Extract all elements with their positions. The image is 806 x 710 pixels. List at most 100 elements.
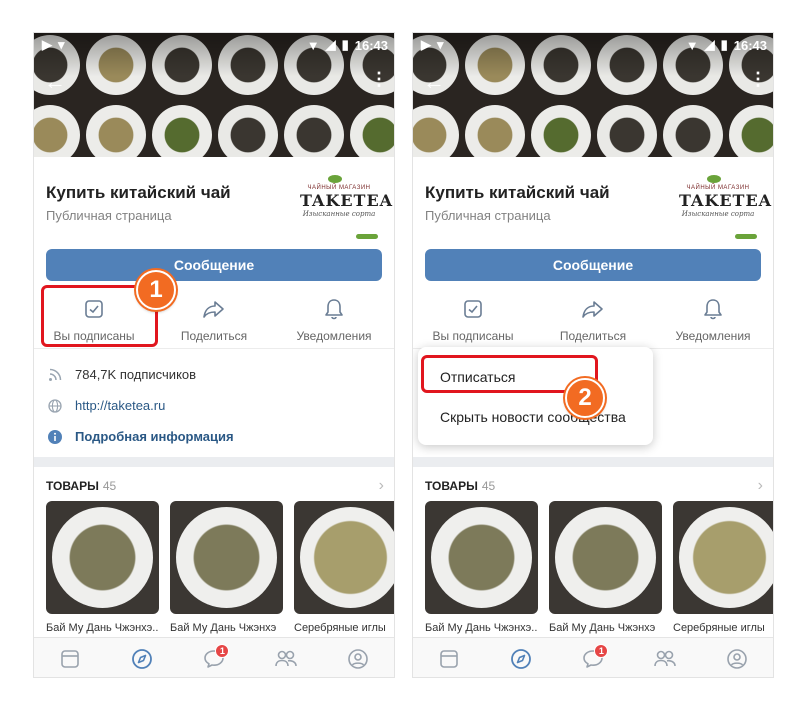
notifications-button[interactable]: Уведомления	[653, 289, 773, 348]
goods-title: ТОВАРЫ	[46, 479, 99, 493]
actions-row: Вы подписаны Поделиться Уведомления	[413, 289, 773, 349]
news-icon	[61, 649, 79, 668]
chevron-right-icon[interactable]: ›	[379, 477, 384, 495]
share-label: Поделиться	[559, 329, 627, 343]
subscribed-check-icon	[463, 297, 483, 321]
goods-count: 45	[481, 479, 496, 493]
download-icon: ▾	[437, 37, 444, 52]
subscribers-count: 784,7K подписчиков	[75, 367, 197, 382]
share-button[interactable]: Поделиться	[533, 289, 653, 348]
message-button[interactable]: Сообщение	[425, 249, 761, 281]
goods-name: Бай Му Дань Чжэнхэ	[170, 622, 277, 634]
status-bar: ▶ ▾ ▼ ◢ ▮ 16:43	[413, 33, 773, 57]
tab-messages[interactable]: 1	[178, 638, 250, 677]
subscribed-button[interactable]: Вы подписаны	[413, 289, 533, 348]
explore-compass-icon	[132, 648, 152, 669]
page-title: Купить китайский чай	[425, 183, 610, 202]
tab-explore[interactable]	[485, 638, 557, 677]
notifications-label: Уведомления	[675, 329, 751, 343]
status-time: 16:43	[733, 37, 767, 53]
bell-icon	[703, 297, 723, 321]
globe-icon	[48, 398, 62, 413]
group-header: Купить китайский чай Публичная страница …	[34, 157, 394, 241]
goods-count: 45	[102, 479, 117, 493]
share-arrow-icon	[581, 297, 605, 321]
share-arrow-icon	[202, 297, 226, 321]
profile-icon	[727, 648, 747, 669]
play-icon: ▶	[42, 37, 52, 52]
goods-item[interactable]: Серебряные иглы	[673, 501, 773, 634]
details-row[interactable]: Подробная информация	[34, 421, 394, 452]
status-time: 16:43	[354, 37, 388, 53]
step-marker-1: 1	[136, 270, 176, 310]
community-logo[interactable]: ЧАЙНЫЙ МАГАЗИН TAKETEA Изысканные сорта	[300, 171, 392, 239]
goods-name: Серебряные иглы	[294, 622, 386, 634]
tab-news[interactable]	[34, 638, 106, 677]
goods-image	[294, 501, 394, 614]
tab-explore[interactable]	[106, 638, 178, 677]
info-section: 784,7K подписчиков http://taketea.ru Под…	[34, 359, 394, 452]
goods-item[interactable]: Бай Му Дань Чжэнхэ	[549, 501, 662, 634]
friends-icon	[275, 650, 297, 666]
section-divider	[34, 457, 394, 467]
friends-icon	[654, 650, 676, 666]
section-divider	[413, 457, 773, 467]
goods-header[interactable]: ТОВАРЫ 45	[46, 479, 116, 493]
tab-messages[interactable]: 1	[557, 638, 629, 677]
goods-item[interactable]: Бай Му Дань Чжэнхэ	[170, 501, 283, 634]
subscribers-row[interactable]: 784,7K подписчиков	[34, 359, 394, 390]
details-link[interactable]: Подробная информация	[75, 429, 234, 444]
community-logo[interactable]: ЧАЙНЫЙ МАГАЗИН TAKETEA Изысканные сорта	[679, 171, 771, 239]
hide-news-menu-item[interactable]: Скрыть новости сообщества	[418, 397, 653, 437]
wifi-icon: ▼	[306, 37, 320, 53]
tab-profile[interactable]	[701, 638, 773, 677]
battery-icon: ▮	[341, 37, 349, 52]
unread-badge: 1	[594, 644, 609, 658]
signal-icon: ◢	[325, 37, 336, 52]
profile-icon	[348, 648, 368, 669]
goods-image	[46, 501, 159, 614]
tab-friends[interactable]	[250, 638, 322, 677]
cover-photo: ▶ ▾ ▼ ◢ ▮ 16:43 ← ⋮	[34, 33, 394, 157]
website-link[interactable]: http://taketea.ru	[75, 398, 165, 413]
website-row[interactable]: http://taketea.ru	[34, 390, 394, 421]
tab-bar: 1	[413, 637, 773, 677]
goods-name: Серебряные иглы	[673, 622, 765, 634]
goods-name: Бай Му Дань Чжэнхэ...	[425, 622, 538, 634]
message-button[interactable]: Сообщение	[46, 249, 382, 281]
more-options-icon[interactable]: ⋮	[749, 69, 767, 90]
notifications-button[interactable]: Уведомления	[274, 289, 394, 348]
page-title: Купить китайский чай	[46, 183, 231, 202]
chevron-right-icon[interactable]: ›	[758, 477, 763, 495]
unread-badge: 1	[215, 644, 230, 658]
back-arrow-icon[interactable]: ←	[44, 69, 66, 95]
tab-friends[interactable]	[629, 638, 701, 677]
news-icon	[440, 649, 458, 668]
signal-icon: ◢	[704, 37, 715, 52]
goods-header[interactable]: ТОВАРЫ 45	[425, 479, 495, 493]
tab-news[interactable]	[413, 638, 485, 677]
goods-item[interactable]: Серебряные иглы	[294, 501, 394, 634]
notifications-label: Уведомления	[296, 329, 372, 343]
goods-item[interactable]: Бай Му Дань Чжэнхэ...	[46, 501, 159, 634]
phone-screen-left: ▶ ▾ ▼ ◢ ▮ 16:43 ← ⋮ Купить китайский чай…	[33, 32, 395, 678]
step-marker-2: 2	[565, 378, 605, 418]
goods-name: Бай Му Дань Чжэнхэ...	[46, 622, 159, 634]
goods-title: ТОВАРЫ	[425, 479, 478, 493]
back-arrow-icon[interactable]: ←	[423, 69, 445, 95]
download-icon: ▾	[58, 37, 65, 52]
info-circle-icon	[48, 429, 62, 444]
goods-section: ТОВАРЫ 45 › Бай Му Дань Чжэнхэ... Бай Му …	[413, 467, 773, 637]
bell-icon	[324, 297, 344, 321]
rss-icon	[48, 368, 62, 382]
tab-profile[interactable]	[322, 638, 394, 677]
goods-image	[170, 501, 283, 614]
more-options-icon[interactable]: ⋮	[370, 69, 388, 90]
goods-image	[549, 501, 662, 614]
group-header: Купить китайский чай Публичная страница …	[413, 157, 773, 241]
goods-name: Бай Му Дань Чжэнхэ	[549, 622, 656, 634]
page-subtitle: Публичная страница	[46, 208, 172, 223]
goods-item[interactable]: Бай Му Дань Чжэнхэ...	[425, 501, 538, 634]
cover-photo: ▶ ▾ ▼ ◢ ▮ 16:43 ← ⋮	[413, 33, 773, 157]
battery-icon: ▮	[720, 37, 728, 52]
